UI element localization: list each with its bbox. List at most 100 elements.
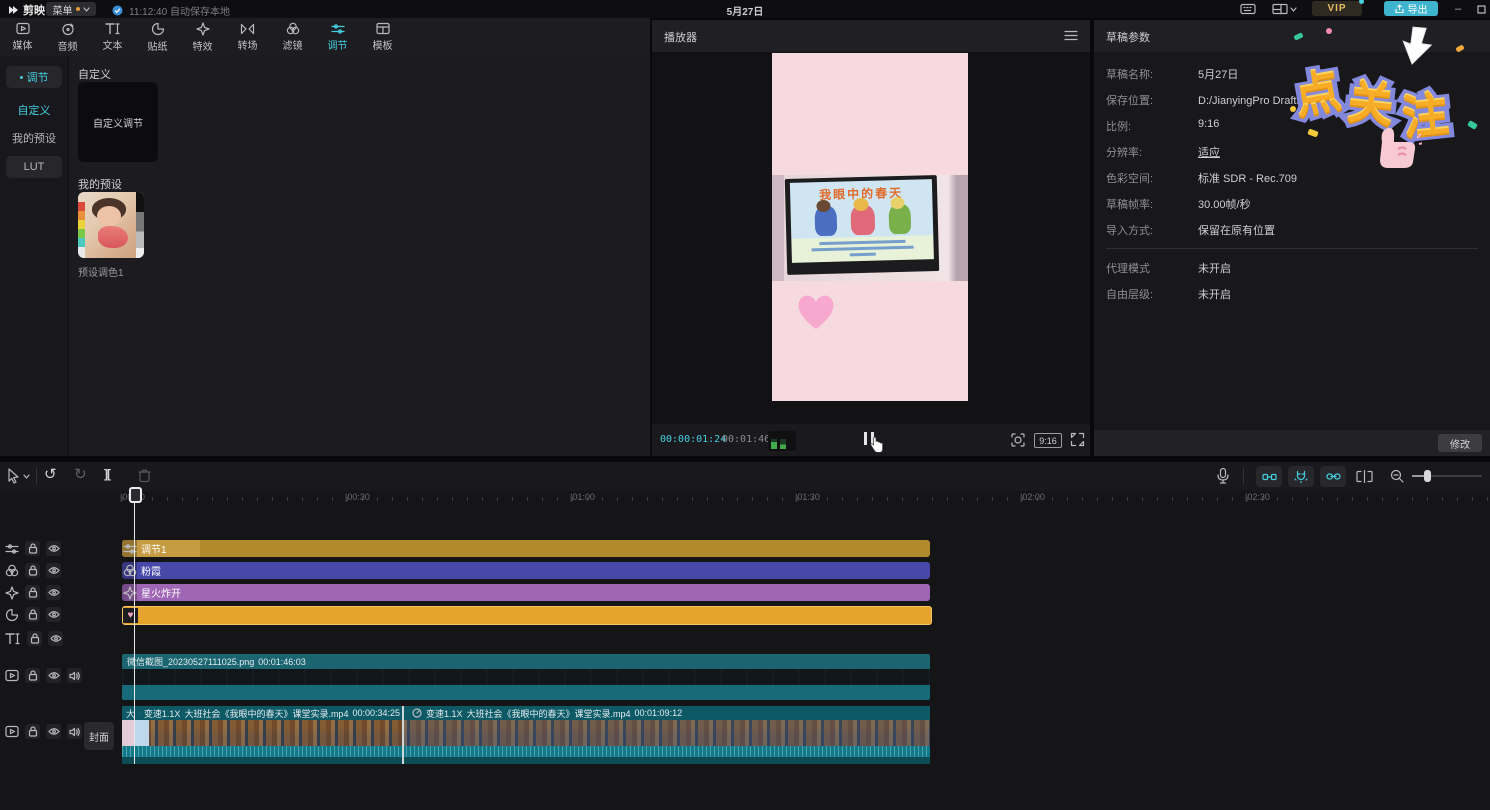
toolbar-item-特效[interactable]: 特效: [180, 18, 225, 56]
clip-boundary[interactable]: [402, 706, 404, 764]
toolbar-item-模板[interactable]: 模板: [360, 18, 405, 56]
toolbar-item-音频[interactable]: 音频: [45, 18, 90, 56]
select-tool-button[interactable]: [6, 468, 30, 484]
track-clip-filter[interactable]: 粉霞: [122, 562, 930, 579]
playhead-handle[interactable]: [129, 487, 142, 503]
cover-button[interactable]: 封面: [84, 722, 114, 750]
layout-switch-button[interactable]: [1272, 3, 1297, 15]
eye-icon[interactable]: [46, 563, 61, 578]
minimize-button[interactable]: –: [1449, 0, 1467, 18]
params-title: 草稿参数: [1106, 29, 1150, 45]
sidebar-item-自定义[interactable]: 自定义: [6, 102, 62, 118]
split-button[interactable]: ][: [104, 467, 110, 481]
param-value[interactable]: 适应: [1198, 144, 1220, 164]
ruler-tick: [977, 497, 978, 501]
export-button[interactable]: 导出: [1384, 1, 1438, 16]
png-clip-header[interactable]: 微信截图_20230527111025.png 00:01:46:03: [122, 654, 930, 669]
sidebar-item-LUT[interactable]: LUT: [6, 156, 62, 178]
video-preview[interactable]: 我眼中的春天: [772, 53, 968, 401]
timeline-toolbar: ↺ ↺ ][: [0, 462, 1490, 491]
sidebar-item-调节[interactable]: • 调节: [6, 66, 62, 88]
toolbar-item-调节[interactable]: 调节: [315, 18, 360, 56]
eye-icon[interactable]: [46, 668, 61, 683]
eye-icon[interactable]: [46, 607, 61, 622]
lock-icon[interactable]: [25, 563, 40, 578]
lock-icon[interactable]: [25, 541, 40, 556]
eye-icon[interactable]: [46, 585, 61, 600]
png-clip-duration: 00:01:46:03: [258, 657, 306, 667]
eye-icon[interactable]: [46, 724, 61, 739]
timeline-ruler[interactable]: |00:00|00:30|01:00|01:30|02:00|02:30: [0, 491, 1490, 506]
lock-icon[interactable]: [25, 607, 40, 622]
fullscreen-icon[interactable]: [1070, 432, 1085, 447]
lock-icon[interactable]: [25, 724, 40, 739]
ruler-label: |01:00: [570, 492, 595, 502]
preset-thumbnail[interactable]: [78, 192, 144, 258]
eye-icon[interactable]: [46, 541, 61, 556]
ruler-tick: [497, 497, 498, 501]
param-value: 30.00帧/秒: [1198, 196, 1251, 216]
lock-icon[interactable]: [25, 668, 40, 683]
ruler-tick: [1367, 497, 1368, 501]
toolbar-item-转场[interactable]: 转场: [225, 18, 270, 56]
speaker-icon[interactable]: [67, 724, 82, 739]
video-waveform[interactable]: [122, 746, 930, 757]
timeline-zoom-slider[interactable]: [1412, 475, 1482, 477]
track-clip-adjust[interactable]: 调节1: [122, 540, 930, 557]
param-value: 未开启: [1198, 286, 1231, 306]
toolbar-item-媒体[interactable]: 媒体: [0, 18, 45, 56]
sidebar-item-我的预设[interactable]: 我的预设: [6, 130, 62, 146]
preset-name-label: 预设调色1: [78, 264, 124, 279]
track-clip-effect[interactable]: 星火炸开: [122, 584, 930, 601]
shortcut-keyboard-icon[interactable]: [1240, 3, 1256, 15]
ruler-tick: [902, 497, 903, 501]
menu-button[interactable]: 菜单: [46, 2, 96, 16]
maximize-button[interactable]: [1472, 0, 1490, 18]
export-label: 导出: [1408, 1, 1428, 16]
png-clip-body[interactable]: [122, 669, 930, 685]
preview-quality-icon[interactable]: [1010, 432, 1026, 448]
capcut-window: 剪映 菜单 11:12:40 自动保存本地 5月27日 VIP 导出 –: [0, 0, 1490, 810]
speaker-icon[interactable]: [67, 668, 82, 683]
ruler-tick: [452, 497, 453, 501]
ruler-tick: [1007, 497, 1008, 501]
lock-icon[interactable]: [27, 631, 42, 646]
modify-button[interactable]: 修改: [1438, 434, 1482, 452]
ruler-tick: [257, 497, 258, 501]
png-clip-strip[interactable]: [122, 685, 930, 700]
delete-button[interactable]: [138, 468, 151, 483]
ruler-tick: [482, 497, 483, 501]
preview-axis-toggle[interactable]: [1256, 466, 1282, 487]
lock-icon[interactable]: [25, 585, 40, 600]
ruler-tick: [1172, 497, 1173, 501]
layout-icon: [1272, 3, 1288, 15]
link-icon: [1326, 472, 1341, 481]
param-row: 导入方式:保留在原有位置: [1106, 222, 1478, 242]
video-filmstrip[interactable]: [122, 720, 930, 746]
preset-face: [97, 206, 121, 226]
playhead-line[interactable]: [134, 491, 135, 764]
redo-button[interactable]: ↺: [74, 465, 87, 483]
track-clip-sticker[interactable]: ♥: [122, 606, 932, 625]
eye-icon[interactable]: [48, 631, 63, 646]
zoom-slider-handle[interactable]: [1424, 470, 1431, 482]
param-value: 未开启: [1198, 260, 1231, 280]
toolbar-item-文本[interactable]: 文本: [90, 18, 135, 56]
auto-snap-toggle[interactable]: [1288, 466, 1314, 487]
toolbar-item-贴纸[interactable]: 贴纸: [135, 18, 180, 56]
ruler-tick: [227, 497, 228, 501]
presets-section-label: 我的预设: [78, 176, 122, 192]
video-strip[interactable]: [122, 757, 930, 764]
vip-badge[interactable]: VIP: [1312, 1, 1362, 16]
custom-adjust-card[interactable]: 自定义调节: [78, 82, 158, 162]
video-clip-headers[interactable]: 大 变速1.1X 大班社会《我眼中的春天》课堂实录.mp4 00:00:34:2…: [122, 706, 930, 720]
player-menu-icon[interactable]: [1064, 30, 1078, 41]
zoom-out-icon[interactable]: [1390, 469, 1405, 484]
toolbar-item-滤镜[interactable]: 滤镜: [270, 18, 315, 56]
param-label: 草稿帧率:: [1106, 196, 1198, 216]
overwrite-mode-button[interactable]: [1356, 470, 1373, 483]
undo-button[interactable]: ↺: [44, 465, 57, 483]
ratio-badge[interactable]: 9:16: [1034, 433, 1062, 448]
record-voiceover-button[interactable]: [1216, 467, 1230, 485]
linkage-toggle[interactable]: [1320, 466, 1346, 487]
